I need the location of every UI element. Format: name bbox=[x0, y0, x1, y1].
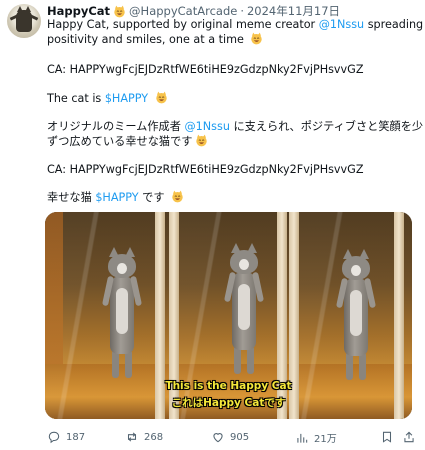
views-count: 21万 bbox=[314, 434, 337, 445]
text-segment: positivity and smiles, one at a time bbox=[47, 33, 244, 46]
video-media[interactable]: This is the Happy Cat これはHappy Catです bbox=[45, 212, 412, 419]
views-icon bbox=[297, 433, 308, 443]
smiling-cat-emoji-icon bbox=[172, 190, 183, 203]
text-segment: 幸せな猫 bbox=[47, 191, 96, 204]
like-button[interactable]: 905 bbox=[211, 430, 249, 444]
cat-figure bbox=[223, 243, 265, 380]
share-button[interactable] bbox=[402, 430, 416, 444]
cat-figure bbox=[101, 247, 143, 384]
smiling-cat-emoji-icon bbox=[251, 32, 263, 45]
video-subtitle-en: This is the Happy Cat bbox=[165, 380, 292, 392]
smiling-cat-emoji-icon bbox=[114, 5, 125, 17]
repost-button[interactable]: 268 bbox=[125, 430, 163, 444]
bookmark-icon bbox=[382, 431, 392, 443]
text-segment: The cat is bbox=[47, 92, 105, 105]
text-segment: Happy Cat, supported by original meme cr… bbox=[47, 18, 319, 31]
tweet-text-line: ずつ広めている幸せな猫です bbox=[47, 134, 211, 149]
views-button[interactable]: 21万 bbox=[295, 430, 337, 445]
tweet-text-line: The cat is $HAPPY bbox=[47, 91, 171, 106]
text-segment: に支えられ、ポジティブさと笑顔を少し bbox=[229, 120, 425, 133]
reply-icon bbox=[48, 431, 60, 444]
tweet-text-line: Happy Cat, supported by original meme cr… bbox=[47, 17, 423, 32]
smiling-cat-emoji-icon bbox=[196, 134, 208, 147]
text-segment: です bbox=[138, 191, 169, 204]
text-segment: オリジナルのミーム作成者 bbox=[47, 120, 185, 133]
share-icon bbox=[404, 431, 414, 443]
reply-count: 187 bbox=[66, 431, 86, 443]
action-bar: 187 268 905 21万 bbox=[47, 430, 417, 446]
tweet-text-line: positivity and smiles, one at a time bbox=[47, 32, 266, 47]
tweet-text-line: オリジナルのミーム作成者 @1Nssu に支えられ、ポジティブさと笑顔を少し bbox=[47, 119, 425, 134]
mention-link[interactable]: @1Nssu bbox=[319, 18, 364, 31]
tweet: HappyCat @HappyCatArcade · 2024年11月17日 H… bbox=[0, 0, 425, 450]
like-count: 905 bbox=[230, 431, 250, 443]
mention-link[interactable]: @1Nssu bbox=[184, 120, 229, 133]
dot-separator: · bbox=[240, 4, 244, 18]
text-segment: ずつ広めている幸せな猫です bbox=[47, 135, 193, 148]
like-icon bbox=[213, 433, 223, 443]
avatar[interactable] bbox=[7, 4, 41, 38]
cashtag-link[interactable]: $HAPPY bbox=[105, 92, 148, 105]
cashtag-link[interactable]: $HAPPY bbox=[95, 191, 138, 204]
video-subtitle-jp: これはHappy Catです bbox=[171, 397, 286, 409]
cat-figure bbox=[335, 249, 377, 386]
smiling-cat-emoji-icon bbox=[155, 91, 167, 104]
contract-address: CA: HAPPYwgFcjEJDzRtfWE6tiHE9zGdzpNky2Fv… bbox=[47, 63, 364, 76]
repost-count: 268 bbox=[144, 431, 164, 443]
repost-icon bbox=[127, 432, 137, 442]
contract-address: CA: HAPPYwgFcjEJDzRtfWE6tiHE9zGdzpNky2Fv… bbox=[47, 163, 364, 176]
reply-button[interactable]: 187 bbox=[47, 430, 85, 444]
bookmark-button[interactable] bbox=[380, 430, 394, 444]
handle[interactable]: @HappyCatArcade bbox=[129, 4, 237, 18]
text-segment: spreading bbox=[364, 18, 424, 31]
display-name[interactable]: HappyCat bbox=[47, 4, 110, 18]
tweet-text-line: 幸せな猫 $HAPPY です bbox=[47, 190, 187, 205]
